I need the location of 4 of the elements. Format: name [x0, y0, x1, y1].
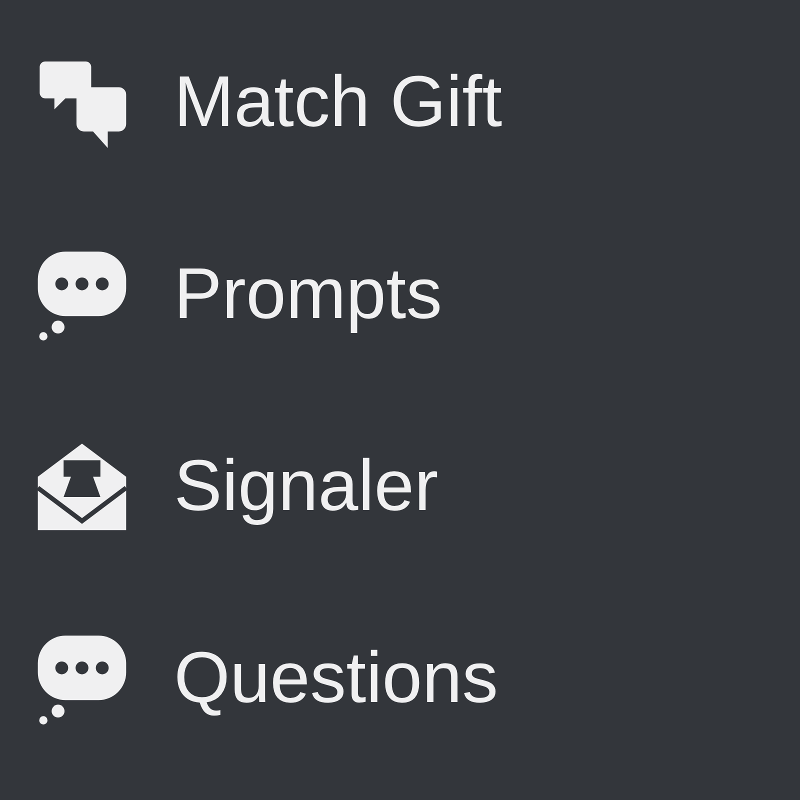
menu-item[interactable]: Signaler: [0, 390, 800, 582]
menu-item[interactable]: Questions: [0, 582, 800, 774]
menu-item[interactable]: Prompts: [0, 198, 800, 390]
menu-item[interactable]: Match Gift: [0, 6, 800, 198]
